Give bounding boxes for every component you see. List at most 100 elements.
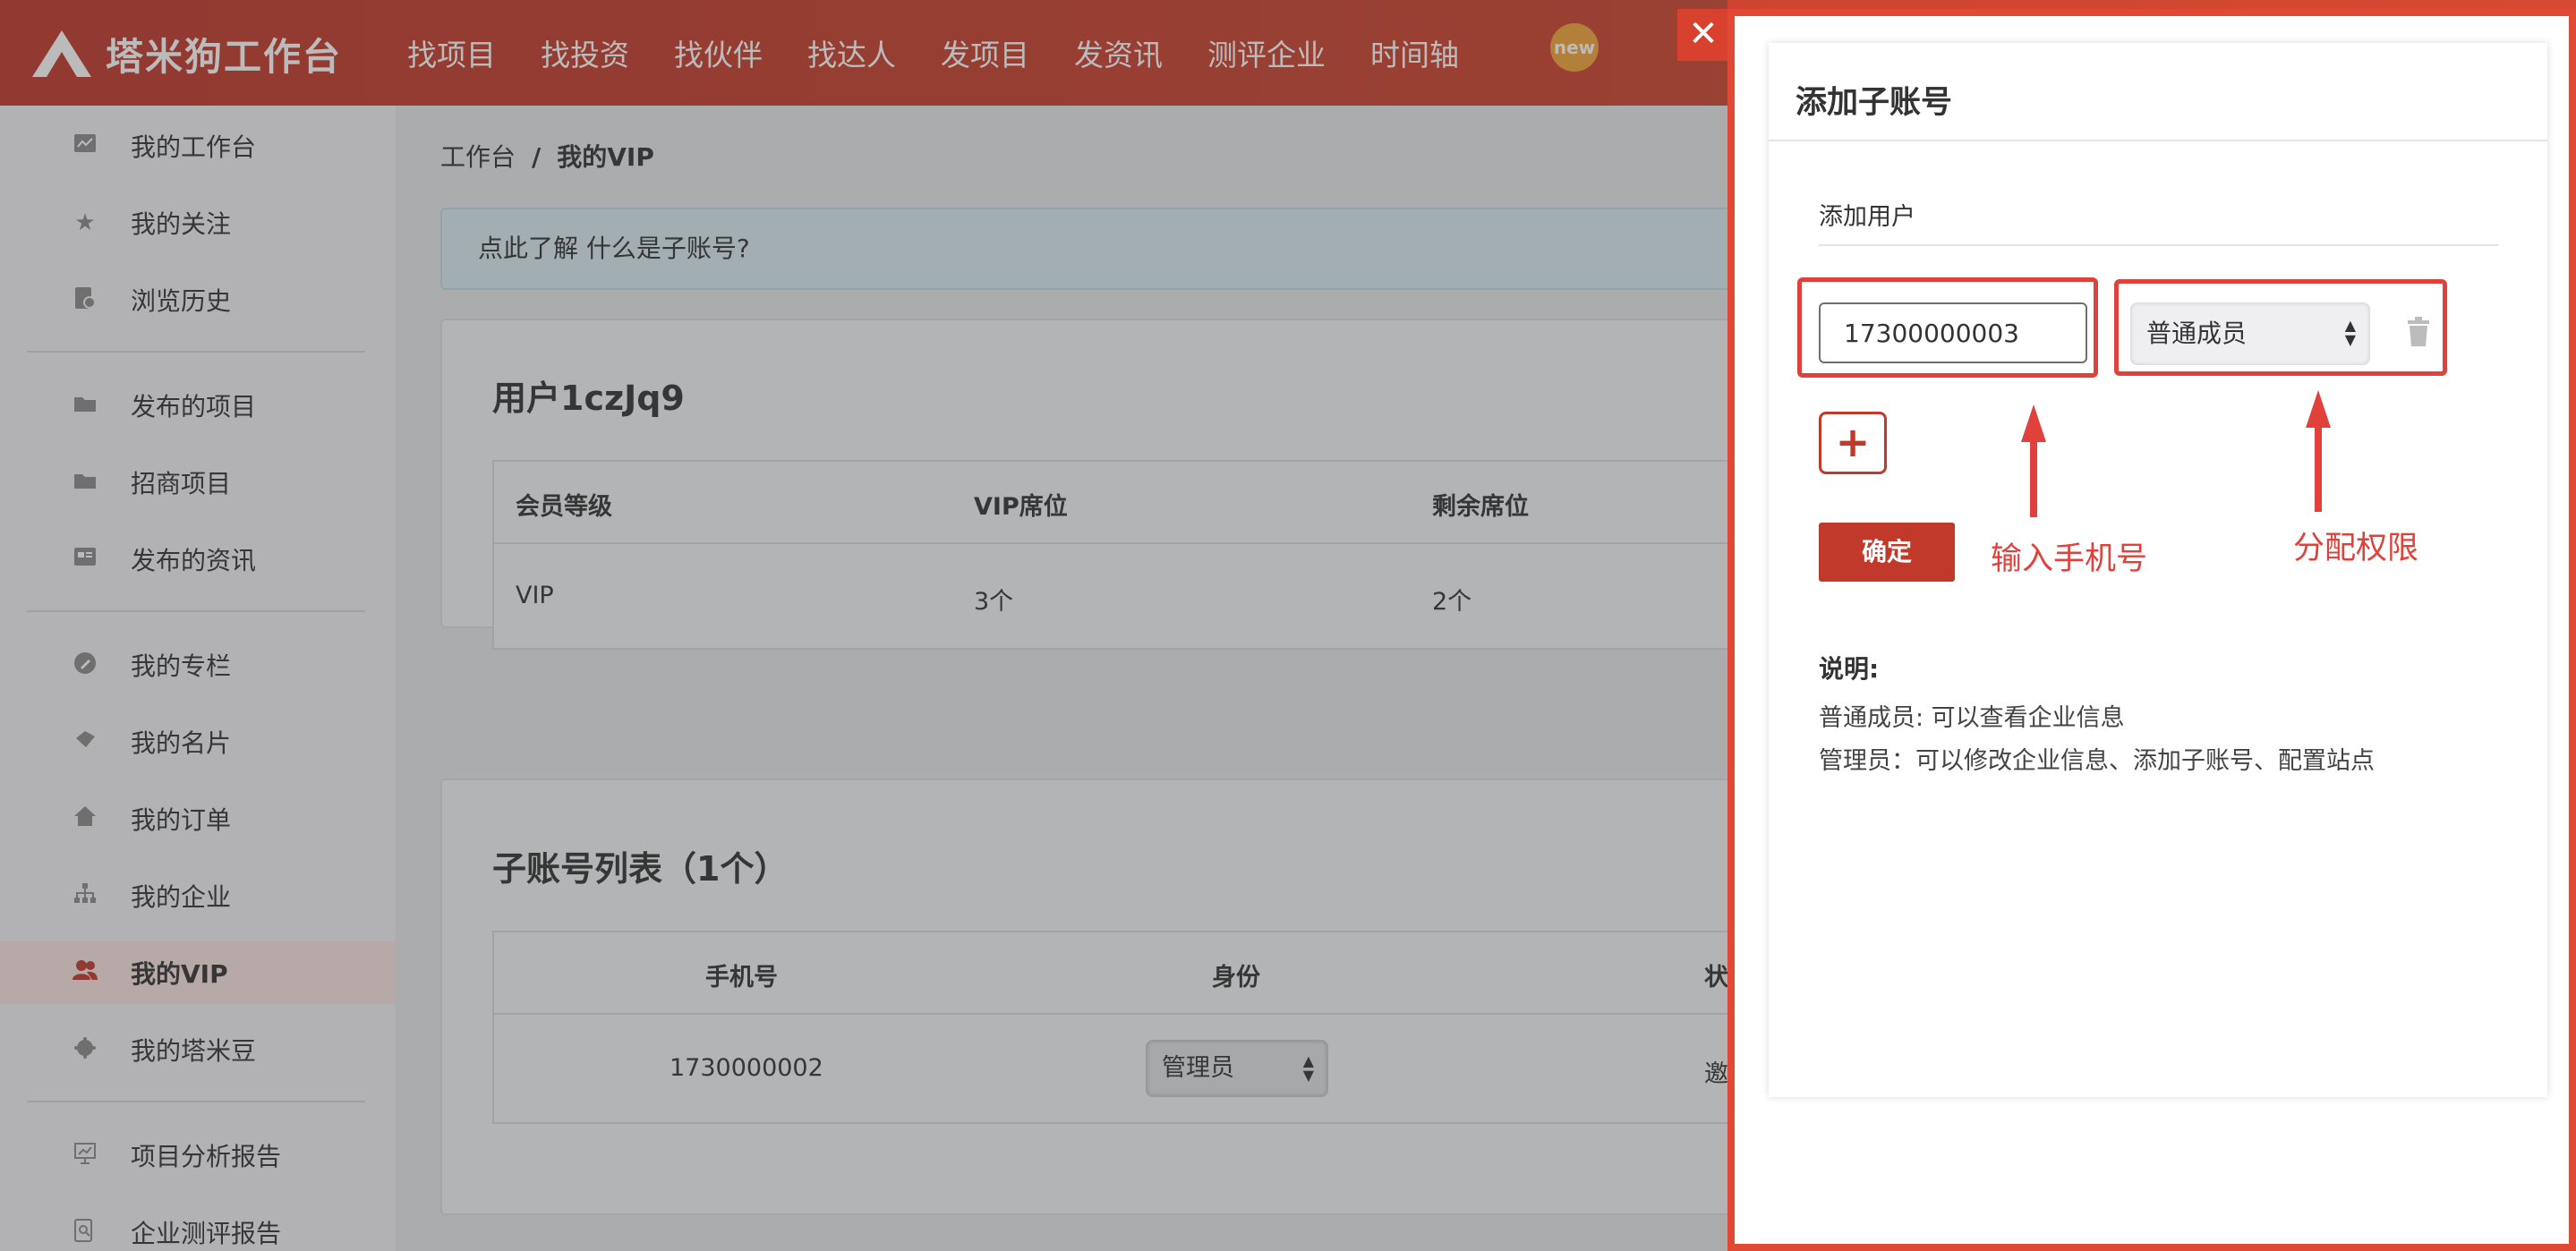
- phone-input[interactable]: [1819, 302, 2087, 363]
- title-divider: [1769, 140, 2547, 141]
- cell-status: 邀: [1704, 1060, 1728, 1088]
- cell-remaining-seats: 2个: [1432, 588, 1472, 616]
- sidebar-item-workbench[interactable]: 我的工作台: [27, 115, 367, 177]
- sidebar-item-published-projects[interactable]: 发布的项目: [27, 374, 367, 437]
- sidebar-item-vip[interactable]: 我的VIP: [0, 941, 396, 1004]
- sidebar-item-orders[interactable]: 我的订单: [27, 787, 367, 850]
- role-select-value: 管理员: [1162, 1054, 1234, 1082]
- nav-find-projects[interactable]: 找项目: [385, 29, 518, 82]
- sidebar-item-label: 我的订单: [131, 805, 232, 835]
- header-phone: 手机号: [705, 964, 778, 991]
- sidebar-item-label: 招商项目: [131, 469, 232, 498]
- table-header: 手机号 身份 状: [494, 932, 1887, 1015]
- header-status: 状: [1704, 964, 1728, 991]
- add-user-section-title: 添加用户: [1819, 203, 1915, 231]
- sidebar-item-investment-projects[interactable]: 招商项目: [27, 451, 367, 514]
- annotation-role-text: 分配权限: [2293, 531, 2419, 566]
- cell-vip-seats: 3个: [974, 588, 1014, 616]
- sidebar-divider: [27, 610, 365, 612]
- drawer-title: 添加子账号: [1796, 85, 1953, 121]
- nav-post-project[interactable]: 发项目: [918, 29, 1052, 82]
- search-report-icon: [72, 1219, 98, 1246]
- close-button[interactable]: ✕: [1677, 9, 1729, 61]
- sub-account-info-link[interactable]: 点此了解 什么是子账号?: [440, 208, 1872, 290]
- vip-users-icon: [72, 959, 98, 986]
- note-line: 普通成员: 可以查看企业信息: [1819, 704, 2125, 732]
- sidebar-item-company[interactable]: 我的企业: [27, 864, 367, 927]
- header-vip-seats: VIP席位: [974, 493, 1068, 521]
- chart-icon: [72, 132, 98, 159]
- cell-member-level: VIP: [516, 582, 554, 609]
- sidebar-item-label: 发布的项目: [131, 392, 257, 421]
- sidebar-item-follows[interactable]: ★ 我的关注: [27, 191, 367, 254]
- nav-find-investment[interactable]: 找投资: [518, 29, 652, 82]
- news-icon: [72, 546, 98, 573]
- sidebar-divider: [27, 351, 365, 353]
- breadcrumb-root[interactable]: 工作台: [440, 142, 516, 172]
- sidebar-item-label: 我的塔米豆: [131, 1036, 257, 1066]
- notes-title: 说明:: [1819, 654, 1880, 684]
- brand-logo[interactable]: 塔米狗工作台: [30, 27, 342, 81]
- vip-table: 会员等级 VIP席位 剩余席位 VIP 3个 2个: [492, 460, 1889, 650]
- sidebar-item-column[interactable]: 我的专栏: [27, 634, 367, 696]
- add-row-button[interactable]: +: [1819, 412, 1887, 474]
- nav-evaluate-company[interactable]: 测评企业: [1185, 29, 1348, 82]
- role-select[interactable]: 普通成员 ▲ ▼: [2130, 302, 2370, 365]
- nav-find-experts[interactable]: 找达人: [785, 29, 918, 82]
- role-select[interactable]: 管理员 ▲ ▼: [1146, 1040, 1328, 1097]
- close-icon: ✕: [1688, 13, 1719, 55]
- sidebar-item-label: 我的工作台: [131, 132, 257, 162]
- sidebar-item-history[interactable]: 浏览历史: [27, 268, 367, 331]
- table-header: 会员等级 VIP席位 剩余席位: [494, 462, 1887, 544]
- org-icon: [72, 882, 98, 909]
- header-member-level: 会员等级: [516, 493, 612, 521]
- header-role: 身份: [1212, 964, 1260, 991]
- folder-icon: [72, 392, 98, 419]
- annotation-arrow-role: [2306, 390, 2331, 512]
- sidebar-item-label: 我的专栏: [131, 651, 232, 681]
- sidebar-item-label: 浏览历史: [131, 286, 232, 316]
- select-arrows-icon: ▲ ▼: [1302, 1052, 1314, 1084]
- sidebar-item-label: 发布的资讯: [131, 546, 257, 575]
- nav-post-news[interactable]: 发资讯: [1052, 29, 1185, 82]
- home-icon: [72, 805, 98, 832]
- nav-find-partners[interactable]: 找伙伴: [652, 29, 785, 82]
- sidebar-item-business-card[interactable]: 我的名片: [27, 711, 367, 773]
- breadcrumb-current: 我的VIP: [557, 142, 654, 172]
- sub-accounts-card: 子账号列表（1个） 手机号 身份 状 1730000002 管理员 ▲ ▼ 邀: [440, 779, 1889, 1215]
- new-badge: new: [1550, 23, 1599, 72]
- breadcrumb-separator: /: [532, 142, 542, 172]
- sidebar-item-label: 我的企业: [131, 882, 232, 912]
- sidebar-item-beans[interactable]: 我的塔米豆: [27, 1018, 367, 1081]
- sub-accounts-table: 手机号 身份 状 1730000002 管理员 ▲ ▼ 邀: [492, 931, 1889, 1124]
- trash-icon[interactable]: [2406, 317, 2433, 349]
- sidebar-item-company-report[interactable]: 企业测评报告: [27, 1201, 367, 1251]
- annotation-phone-text: 输入手机号: [1991, 541, 2148, 577]
- sidebar-item-project-report[interactable]: 项目分析报告: [27, 1124, 367, 1187]
- vip-user-title: 用户1czJq9: [492, 379, 685, 418]
- header-remaining-seats: 剩余席位: [1432, 493, 1529, 521]
- sub-accounts-title: 子账号列表（1个）: [492, 849, 789, 889]
- sidebar-item-published-news[interactable]: 发布的资讯: [27, 528, 367, 591]
- brand-name: 塔米狗工作台: [106, 34, 343, 79]
- table-row: 1730000002 管理员 ▲ ▼ 邀: [494, 1015, 1887, 1124]
- sidebar-item-label: 我的VIP: [131, 959, 228, 989]
- main-nav: 找项目 找投资 找伙伴 找达人 发项目 发资讯 测评企业 时间轴: [385, 29, 1481, 82]
- sidebar-item-label: 我的关注: [131, 209, 232, 239]
- select-arrows-icon: ▲ ▼: [2344, 317, 2356, 348]
- breadcrumb: 工作台 / 我的VIP: [440, 138, 654, 174]
- folder-icon: [72, 469, 98, 496]
- role-select-value: 普通成员: [2146, 319, 2248, 348]
- report-icon: [72, 1142, 98, 1169]
- star-icon: ★: [74, 209, 96, 236]
- add-sub-account-panel: 添加子账号 添加用户 普通成员 ▲▼ + 确定 输入手机号 分配权限 说明: 普…: [1769, 43, 2547, 1097]
- bean-icon: [72, 1036, 98, 1063]
- confirm-button[interactable]: 确定: [1819, 523, 1955, 582]
- note-line: 管理员：可以修改企业信息、添加子账号、配置站点: [1819, 747, 2375, 775]
- sidebar-item-label: 我的名片: [131, 728, 232, 758]
- section-divider: [1819, 244, 2499, 246]
- nav-timeline[interactable]: 时间轴: [1348, 29, 1481, 82]
- cell-phone: 1730000002: [670, 1054, 823, 1082]
- add-sub-account-drawer: 添加子账号 添加用户 普通成员 ▲▼ + 确定 输入手机号 分配权限 说明: 普…: [1727, 9, 2576, 1251]
- sidebar-item-label: 企业测评报告: [131, 1219, 282, 1248]
